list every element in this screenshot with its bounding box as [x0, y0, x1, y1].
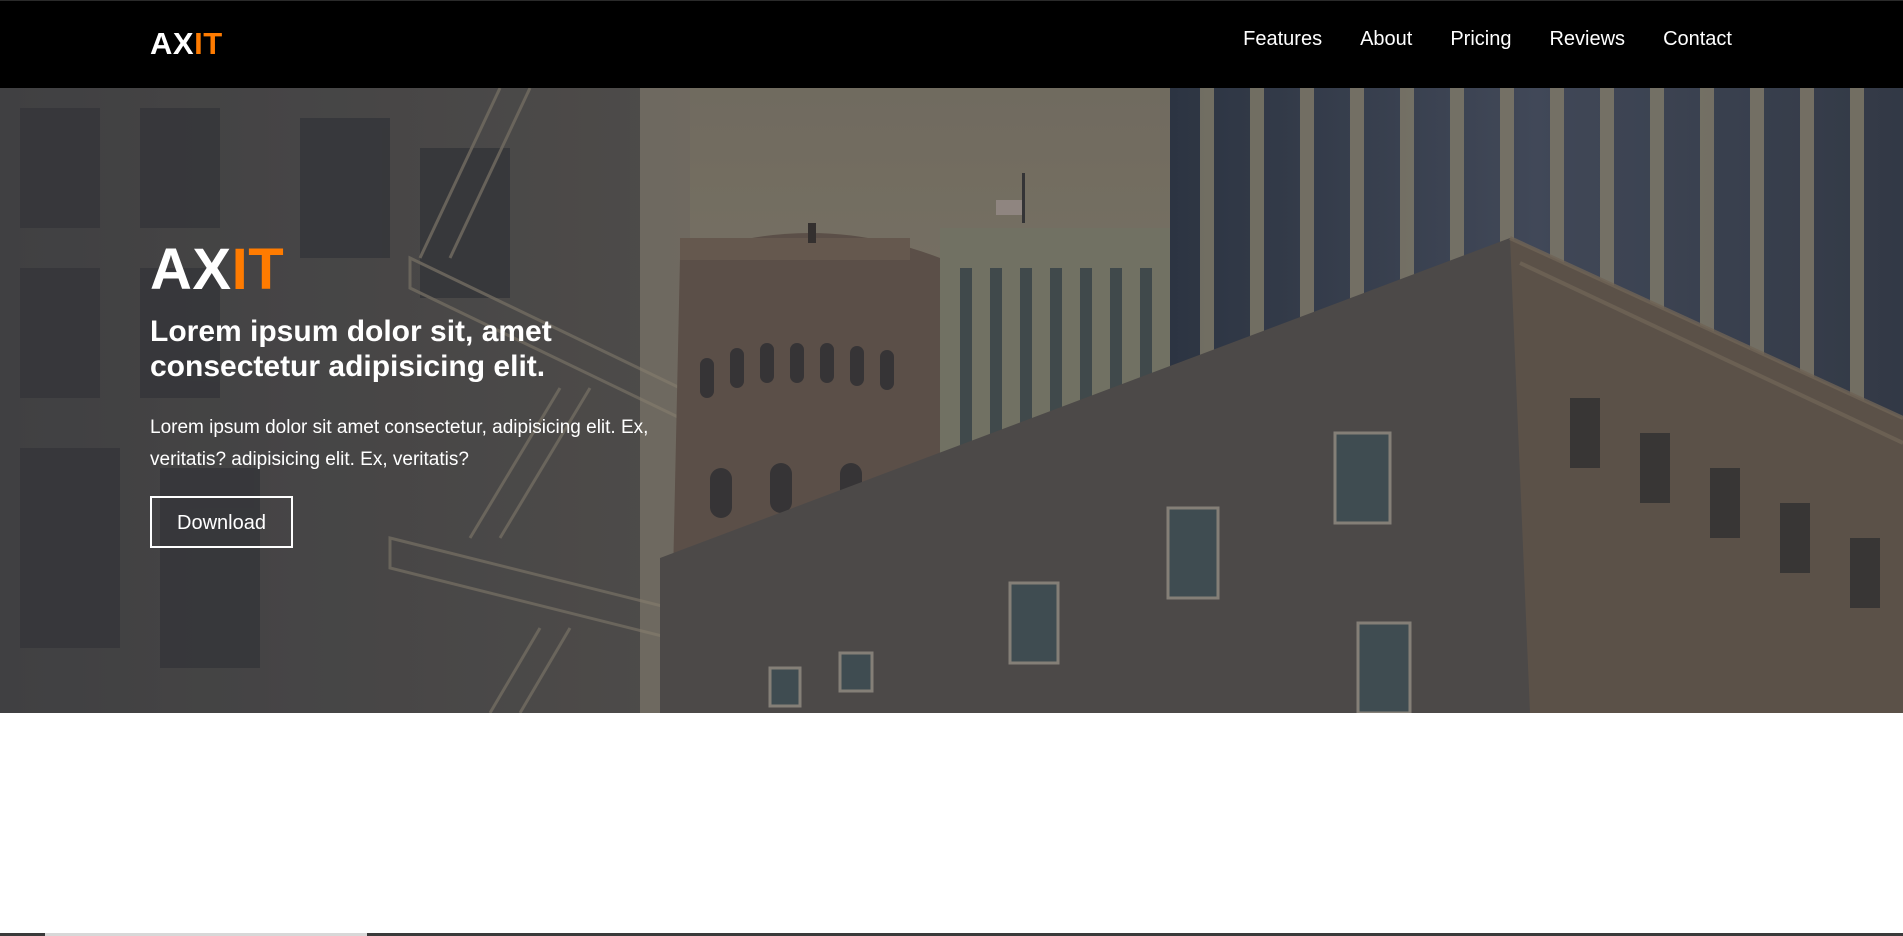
nav-link-features[interactable]: Features [1243, 25, 1322, 53]
nav-link-about[interactable]: About [1360, 25, 1412, 53]
navbar: AXIT Features About Pricing Reviews Cont… [0, 0, 1903, 88]
brand-logo-part1: AX [150, 26, 195, 61]
nav-links: Features About Pricing Reviews Contact [1205, 25, 1732, 53]
brand-logo[interactable]: AXIT [150, 25, 223, 63]
hero-section: AXIT Lorem ipsum dolor sit, amet consect… [0, 88, 1903, 713]
hero-title: AXIT [150, 238, 710, 302]
nav-link-contact[interactable]: Contact [1663, 25, 1732, 53]
hero-description: Lorem ipsum dolor sit amet consectetur, … [150, 417, 649, 470]
hero-subtitle: Lorem ipsum dolor sit, amet consectetur … [150, 315, 552, 383]
download-button[interactable]: Download [150, 496, 293, 548]
brand-logo-part2: IT [194, 26, 223, 61]
nav-link-reviews[interactable]: Reviews [1549, 25, 1625, 53]
hero-title-part1: AX [150, 237, 232, 302]
nav-link-pricing[interactable]: Pricing [1450, 25, 1511, 53]
hero-title-part2: IT [231, 237, 285, 302]
hero-content: AXIT Lorem ipsum dolor sit, amet consect… [150, 238, 710, 548]
